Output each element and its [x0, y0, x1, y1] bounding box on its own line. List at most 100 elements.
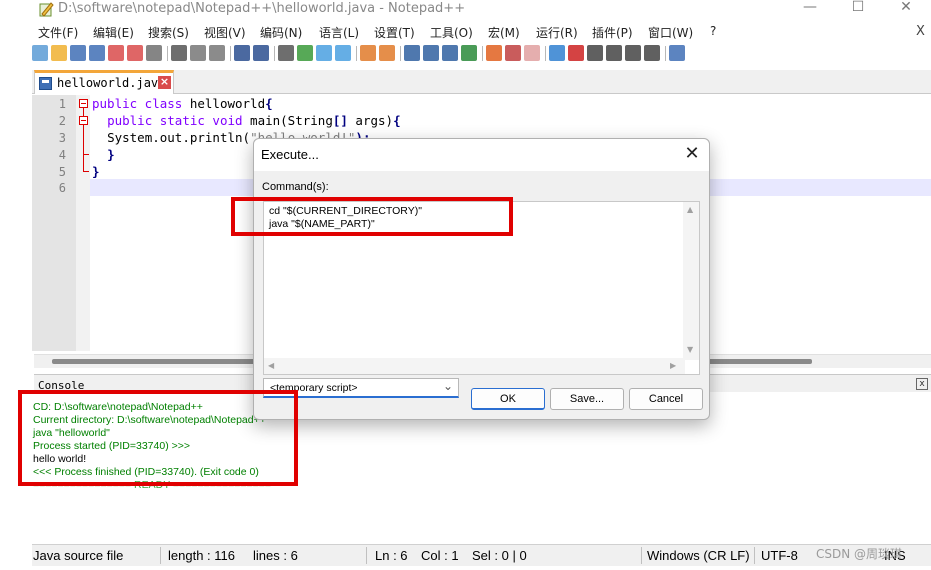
tab-bar: helloworld.java × — [32, 70, 931, 94]
run-macro-multiple-icon[interactable] — [625, 45, 641, 61]
close-window-button[interactable]: ✕ — [886, 0, 926, 18]
status-bar: Java source file length : 116 lines : 6 … — [32, 544, 931, 566]
menu-settings[interactable]: 设置(T) — [374, 24, 415, 41]
minimize-button[interactable]: — — [790, 0, 830, 18]
show-all-chars-icon[interactable] — [423, 45, 439, 61]
folder-workspace-icon[interactable] — [524, 45, 540, 61]
menu-tools[interactable]: 工具(O) — [430, 24, 473, 41]
print-icon[interactable] — [146, 45, 162, 61]
menu-plugins[interactable]: 插件(P) — [592, 24, 633, 41]
tab-helloworld-java[interactable]: helloworld.java × — [34, 70, 174, 94]
menu-encoding[interactable]: 编码(N) — [260, 24, 302, 41]
dialog-title: Execute... — [261, 147, 319, 162]
scroll-down-icon[interactable]: ▼ — [687, 345, 693, 354]
maximize-button[interactable]: ☐ — [838, 0, 878, 18]
scroll-left-icon[interactable]: ◀ — [268, 361, 274, 370]
tab-label: helloworld.java — [57, 76, 166, 90]
commands-highlight-box — [231, 197, 513, 236]
save-all-icon[interactable] — [89, 45, 105, 61]
save-macro-icon[interactable] — [644, 45, 660, 61]
menu-edit[interactable]: 编辑(E) — [93, 24, 134, 41]
menu-file[interactable]: 文件(F) — [38, 24, 78, 41]
line-number: 5 — [58, 165, 66, 179]
commands-horizontal-scrollbar[interactable]: ◀ ▶ — [264, 358, 685, 374]
notepad-plus-plus-icon — [39, 2, 54, 17]
toolbar-separator — [230, 46, 231, 61]
menu-language[interactable]: 语言(L) — [319, 24, 359, 41]
menu-run[interactable]: 运行(R) — [536, 24, 578, 41]
console-close-icon[interactable]: x — [916, 378, 928, 390]
menu-view[interactable]: 视图(V) — [204, 24, 246, 41]
close-document-button[interactable]: X — [916, 24, 925, 39]
fold-toggle-icon[interactable] — [79, 99, 88, 108]
status-file-type: Java source file — [33, 548, 124, 563]
ok-button[interactable]: OK — [471, 388, 545, 410]
watermark: CSDN @周琰琪 — [816, 547, 903, 561]
status-ln: Ln : 6 — [375, 548, 408, 563]
line-number: 6 — [58, 181, 66, 195]
save-icon[interactable] — [70, 45, 86, 61]
commands-label: Command(s): — [262, 181, 329, 193]
toolbar-separator — [545, 46, 546, 61]
record-macro-icon[interactable] — [568, 45, 584, 61]
saved-file-icon — [39, 77, 52, 90]
code-line-2: public static void main(String[] args){ — [107, 113, 401, 128]
fold-toggle-icon[interactable] — [79, 116, 88, 125]
find-icon[interactable] — [278, 45, 294, 61]
close-icon[interactable] — [108, 45, 124, 61]
open-file-icon[interactable] — [51, 45, 67, 61]
word-wrap-icon[interactable] — [404, 45, 420, 61]
copy-icon[interactable] — [190, 45, 206, 61]
redo-icon[interactable] — [253, 45, 269, 61]
stop-macro-icon[interactable] — [587, 45, 603, 61]
dialog-title-bar: Execute... ✕ — [254, 139, 709, 171]
fold-end-marker — [83, 171, 89, 172]
commands-vertical-scrollbar[interactable]: ▲ ▼ — [683, 202, 699, 360]
line-number: 1 — [58, 97, 66, 111]
code-line-5: } — [92, 164, 100, 179]
status-col: Col : 1 — [421, 548, 459, 563]
play-macro-icon[interactable] — [606, 45, 622, 61]
zoom-out-icon[interactable] — [335, 45, 351, 61]
status-divider — [641, 547, 642, 564]
tab-close-icon[interactable]: × — [158, 76, 171, 89]
window-title: D:\software\notepad\Notepad++\helloworld… — [58, 1, 466, 16]
cancel-button[interactable]: Cancel — [629, 388, 703, 410]
function-list-icon[interactable] — [505, 45, 521, 61]
monitoring-icon[interactable] — [549, 45, 565, 61]
chevron-down-icon: ⌄ — [442, 379, 453, 393]
menu-macro[interactable]: 宏(M) — [488, 24, 520, 41]
zoom-in-icon[interactable] — [316, 45, 332, 61]
new-file-icon[interactable] — [32, 45, 48, 61]
dialog-close-button[interactable]: ✕ — [680, 143, 704, 167]
replace-icon[interactable] — [297, 45, 313, 61]
status-lines: lines : 6 — [253, 548, 298, 563]
toolbar-separator — [482, 46, 483, 61]
paste-icon[interactable] — [209, 45, 225, 61]
cut-icon[interactable] — [171, 45, 187, 61]
fold-end-marker — [83, 154, 89, 155]
doc-map-icon[interactable] — [486, 45, 502, 61]
status-divider — [754, 547, 755, 564]
title-bar: D:\software\notepad\Notepad++\helloworld… — [0, 0, 931, 20]
run-icon[interactable] — [669, 45, 685, 61]
menu-search[interactable]: 搜索(S) — [148, 24, 189, 41]
indent-guide-icon[interactable] — [442, 45, 458, 61]
undo-icon[interactable] — [234, 45, 250, 61]
language-icon[interactable] — [461, 45, 477, 61]
sync-vertical-icon[interactable] — [360, 45, 376, 61]
status-encoding: UTF-8 — [761, 548, 798, 563]
scroll-up-icon[interactable]: ▲ — [687, 205, 693, 214]
close-all-icon[interactable] — [127, 45, 143, 61]
save-button[interactable]: Save... — [550, 388, 624, 410]
toolbar-separator — [274, 46, 275, 61]
menu-help[interactable]: ? — [710, 24, 716, 38]
toolbar — [32, 44, 912, 64]
scroll-right-icon[interactable]: ▶ — [670, 361, 676, 370]
line-number: 4 — [58, 148, 66, 162]
code-line-4: } — [107, 147, 115, 162]
sync-horizontal-icon[interactable] — [379, 45, 395, 61]
menu-window[interactable]: 窗口(W) — [648, 24, 693, 41]
line-number: 3 — [58, 131, 66, 145]
menu-bar: 文件(F) 编辑(E) 搜索(S) 视图(V) 编码(N) 语言(L) 设置(T… — [0, 24, 931, 42]
